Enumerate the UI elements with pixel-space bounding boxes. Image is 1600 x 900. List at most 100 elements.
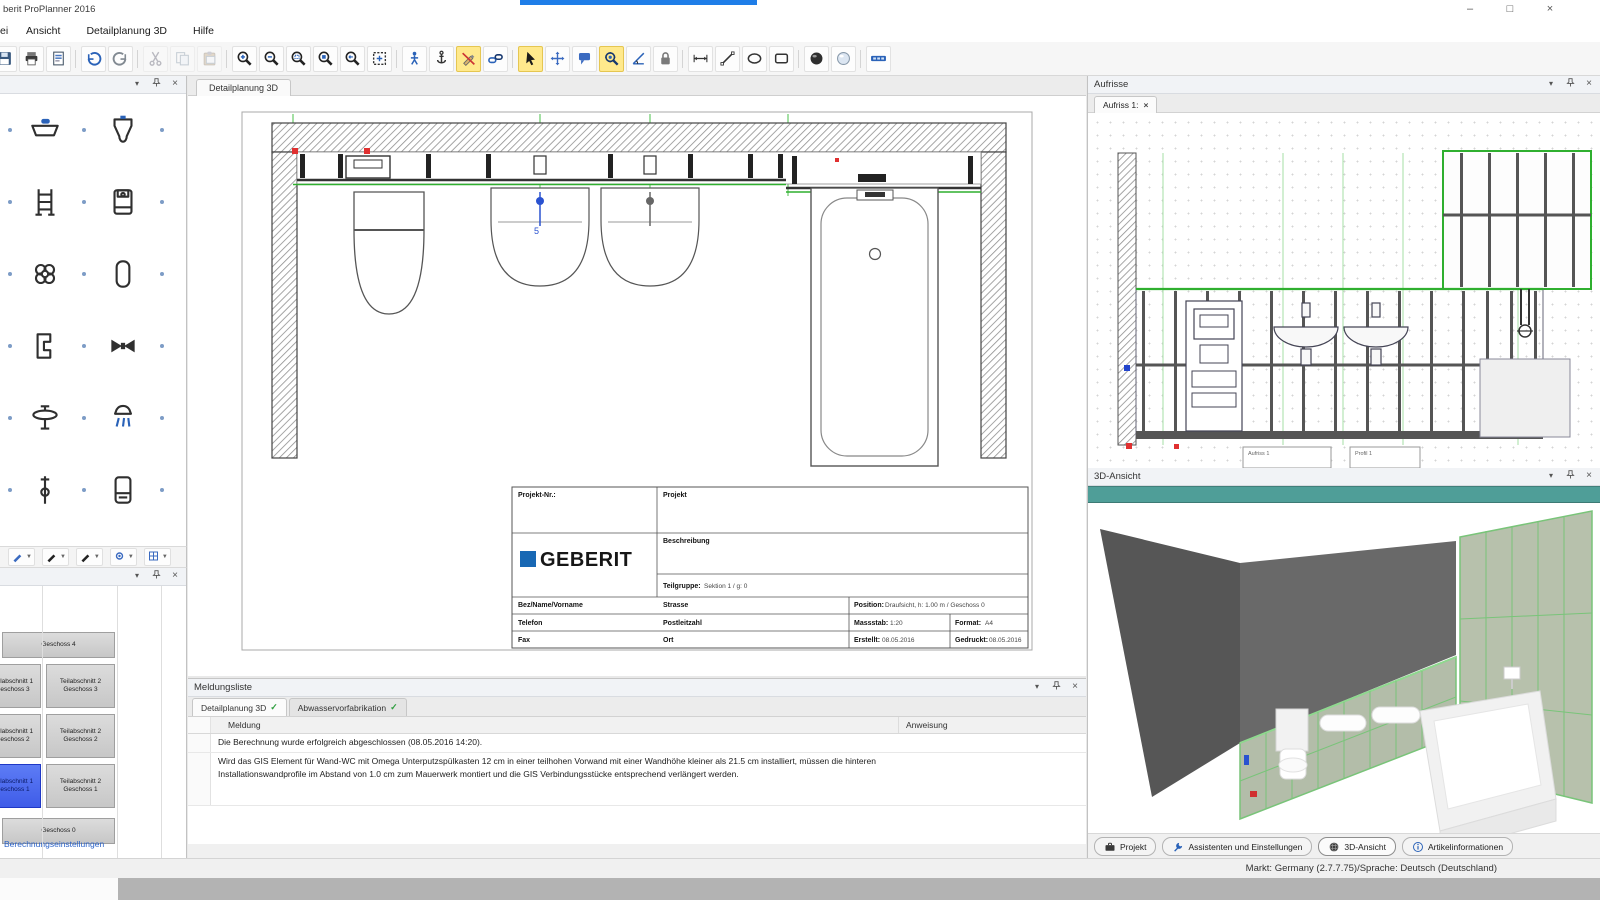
panel-pin-icon[interactable] <box>1564 78 1576 90</box>
report-button[interactable] <box>46 46 71 72</box>
menu-clipped[interactable]: ei <box>0 25 13 37</box>
close-button[interactable]: × <box>1532 0 1568 19</box>
menu-ansicht[interactable]: Ansicht <box>13 25 73 37</box>
dimension-button[interactable] <box>688 46 713 72</box>
connect-elements-button[interactable] <box>483 46 508 72</box>
tab-artikelinformationen[interactable]: Artikelinformationen <box>1402 837 1513 856</box>
tab-3d-ansicht[interactable]: 3D-Ansicht <box>1318 837 1396 856</box>
pipe-fitting-item[interactable] <box>104 327 142 365</box>
draw-rectangle-button[interactable] <box>769 46 794 72</box>
panel-menu-button[interactable]: ▾ <box>1545 470 1557 482</box>
mounting-frame-item[interactable] <box>26 183 64 221</box>
zoom-in-icon <box>236 50 253 67</box>
bathtub-item-item[interactable] <box>104 255 142 293</box>
structure-node[interactable]: Teilabschnitt 2Geschoss 2 <box>46 714 115 758</box>
toolbar-separator <box>795 47 803 71</box>
structure-node[interactable]: Teilabschnitt 2Geschoss 1 <box>46 764 115 808</box>
calculation-settings-link[interactable]: Berechnungseinstellungen <box>4 839 104 849</box>
render-transparent-button[interactable] <box>831 46 856 72</box>
message-tab-abwasservorfabrikation[interactable]: Abwasservorfabrikation✓ <box>289 698 407 716</box>
panel-menu-button[interactable]: ▾ <box>131 570 143 582</box>
aufriss-tab-close-icon[interactable]: × <box>1143 98 1148 113</box>
minimize-button[interactable]: – <box>1452 0 1488 19</box>
reference-point-button[interactable] <box>429 46 454 72</box>
message-row[interactable]: Die Berechnung wurde erfolgreich abgesch… <box>188 734 1086 753</box>
render-solid-button[interactable] <box>804 46 829 72</box>
tab-projekt[interactable]: Projekt <box>1094 837 1156 856</box>
zoom-window-button[interactable] <box>286 46 311 72</box>
move-button[interactable] <box>545 46 570 72</box>
column-meldung[interactable]: Meldung <box>228 720 261 730</box>
tab-assistenten-und-einstellungen[interactable]: Assistenten und Einstellungen <box>1162 837 1312 856</box>
layout-tool-button[interactable]: ▼ <box>144 548 171 566</box>
wc-symbol[interactable] <box>354 192 424 314</box>
panel-close-button[interactable]: × <box>1583 78 1595 90</box>
settings-tool-button[interactable]: ▼ <box>110 548 137 566</box>
sink-trough-item[interactable] <box>26 111 64 149</box>
zoom-out-button[interactable] <box>259 46 284 72</box>
message-tab-detailplanung-3d[interactable]: Detailplanung 3D✓ <box>192 698 287 716</box>
presentation-button[interactable] <box>866 46 891 72</box>
column-anweisung[interactable]: Anweisung <box>906 720 948 730</box>
view3d-viewport[interactable] <box>1088 503 1600 833</box>
print-icon <box>23 50 40 67</box>
shower-tray-item[interactable] <box>26 327 64 365</box>
container-item[interactable] <box>104 471 142 509</box>
elevation-canvas[interactable]: Aufriss 1 Profil 1 <box>1088 113 1600 469</box>
toolbar-separator <box>393 47 401 71</box>
tab-detailplanung-3d[interactable]: Detailplanung 3D <box>196 79 291 97</box>
walk-mode-button[interactable] <box>402 46 427 72</box>
shower-head-item[interactable] <box>104 399 142 437</box>
panel-pin-icon[interactable] <box>1050 681 1062 693</box>
ventilator-item[interactable] <box>26 255 64 293</box>
urinal-item[interactable] <box>104 111 142 149</box>
measure-angle-button[interactable] <box>626 46 651 72</box>
draw-tool-button[interactable]: ▼ <box>42 548 69 566</box>
floor-plan-canvas[interactable]: 5 Projekt-Nr.: Projekt Beschreibung Teil… <box>188 96 1086 676</box>
titleblock-teilgruppe-value: Sektion 1 / g: 0 <box>704 583 748 590</box>
search-settings-button[interactable] <box>599 46 624 72</box>
stand-valve-item[interactable] <box>26 471 64 509</box>
panel-close-button[interactable]: × <box>169 78 181 90</box>
structure-node[interactable]: Teilabschnitt 1Geschoss 1 <box>0 764 41 808</box>
panel-menu-button[interactable]: ▾ <box>131 78 143 90</box>
appliance-item[interactable] <box>104 183 142 221</box>
panel-pin-icon[interactable] <box>1564 470 1576 482</box>
style-tool-button[interactable]: ▼ <box>8 548 35 566</box>
maximize-button[interactable]: □ <box>1492 0 1528 19</box>
zoom-fit-button[interactable] <box>367 46 392 72</box>
structure-node[interactable]: Teilabschnitt 1Geschoss 3 <box>0 664 41 708</box>
zoom-in-button[interactable] <box>232 46 257 72</box>
structure-node[interactable]: Teilabschnitt 2Geschoss 3 <box>46 664 115 708</box>
panel-close-button[interactable]: × <box>1583 470 1595 482</box>
zoom-extents-button[interactable] <box>313 46 338 72</box>
annotate-tool-button[interactable]: ▼ <box>76 548 103 566</box>
view3d-toolbar[interactable] <box>1088 486 1600 503</box>
print-button[interactable] <box>19 46 44 72</box>
tab-aufriss-1[interactable]: Aufriss 1: × <box>1094 96 1157 113</box>
menu-detailplanung-3d[interactable]: Detailplanung 3D <box>73 25 180 37</box>
draw-ellipse-button[interactable] <box>742 46 767 72</box>
zoom-previous-button[interactable] <box>340 46 365 72</box>
panel-pin-icon[interactable] <box>150 78 162 90</box>
panel-close-button[interactable]: × <box>1069 681 1081 693</box>
select-button[interactable] <box>518 46 543 72</box>
panel-pin-icon[interactable] <box>150 570 162 582</box>
menu-hilfe[interactable]: Hilfe <box>180 25 227 37</box>
undo-button[interactable] <box>81 46 106 72</box>
save-button[interactable] <box>0 46 17 72</box>
panel-close-button[interactable]: × <box>169 570 181 582</box>
redo-button[interactable] <box>108 46 133 72</box>
toggle-drawing-aids-button[interactable] <box>456 46 481 72</box>
structure-node-top[interactable]: Geschoss 4 <box>2 632 115 658</box>
lock-button[interactable] <box>653 46 678 72</box>
structure-node[interactable]: Teilabschnitt 1Geschoss 2 <box>0 714 41 758</box>
panel-menu-button[interactable]: ▾ <box>1031 681 1043 693</box>
message-row[interactable]: Wird das GIS Element für Wand-WC mit Ome… <box>188 753 1086 806</box>
valve-item[interactable] <box>26 399 64 437</box>
draw-line-button[interactable] <box>715 46 740 72</box>
comment-button[interactable] <box>572 46 597 72</box>
bathtub-symbol[interactable] <box>811 188 938 466</box>
menubar: ei AnsichtDetailplanung 3DHilfe <box>0 20 1600 43</box>
panel-menu-button[interactable]: ▾ <box>1545 78 1557 90</box>
